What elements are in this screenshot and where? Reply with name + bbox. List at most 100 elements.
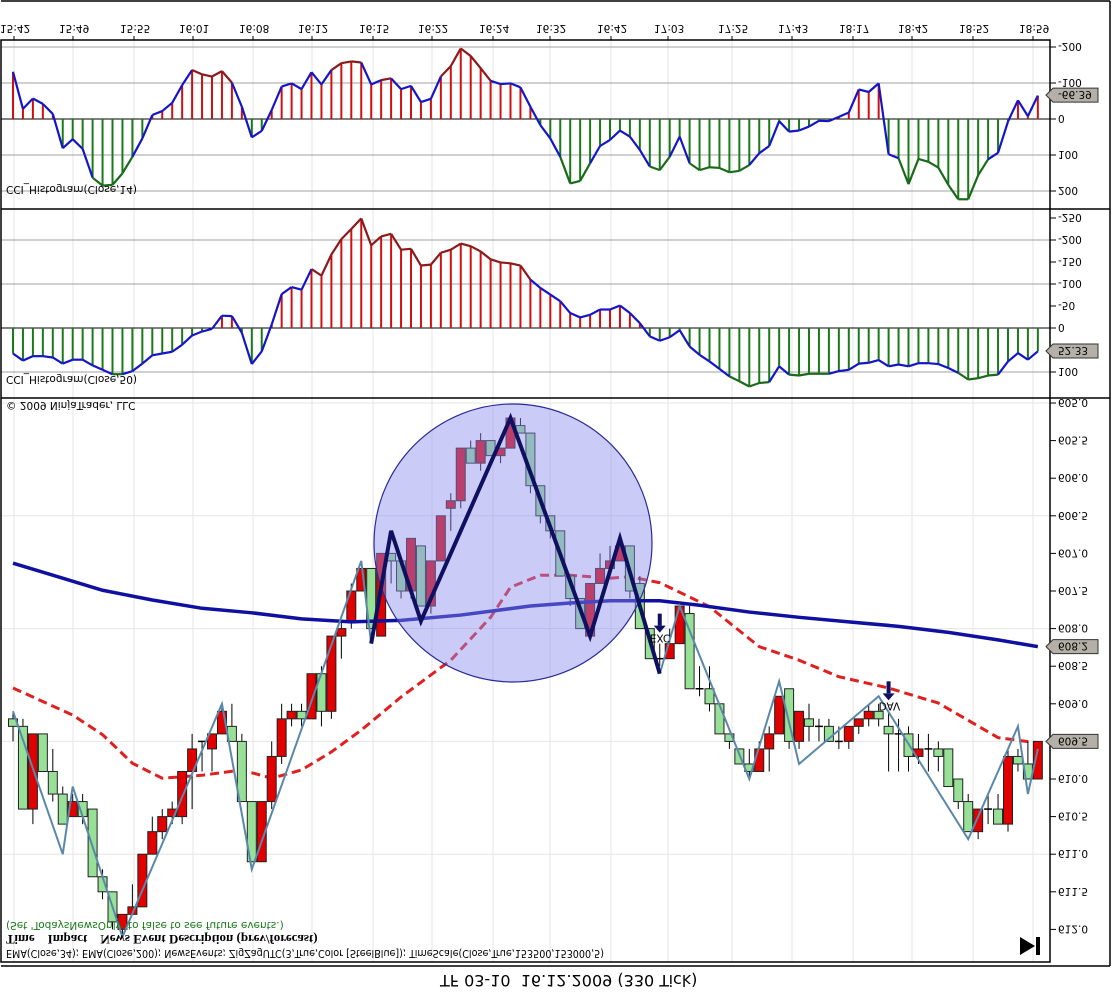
cci-line-segment [460, 47, 472, 57]
cci-line-segment [688, 162, 701, 172]
value-marker-text: -66.39 [1058, 88, 1092, 100]
last-price-marker: 609.5 [1045, 733, 1099, 749]
value-marker-text: 609.5 [1058, 734, 1088, 746]
news-header: Time Impact News Event Description (prev… [6, 932, 318, 947]
value-marker-text: 52.33 [1058, 344, 1088, 356]
cci-line-segment [152, 352, 163, 357]
cci-line-segment [529, 106, 542, 126]
price-axis-label: 605.0 [1058, 396, 1088, 408]
candle-body [883, 725, 894, 735]
time-label: 15:55 [120, 22, 150, 34]
cci-line-segment [211, 315, 223, 330]
candle-body [963, 801, 974, 833]
cci-line-segment [847, 89, 860, 113]
candle-body [37, 733, 48, 772]
cci-line-segment [22, 355, 34, 362]
candle-body [853, 718, 864, 727]
candle-body [943, 748, 954, 788]
cci-line-segment [500, 261, 511, 265]
cci-line-segment [788, 129, 800, 133]
cci-line-segment [897, 157, 910, 185]
candle-body [286, 710, 297, 720]
candle-body [57, 793, 68, 825]
skip-to-end-icon[interactable] [1020, 937, 1040, 955]
cci-line-segment [937, 167, 950, 186]
time-label: 18:17 [839, 22, 869, 34]
price-axis-label: 608.5 [1058, 659, 1088, 671]
price-panel[interactable]: EXC DAV [8, 403, 1043, 940]
cci14-label: CCI_Histogram(Close,14) [6, 183, 137, 195]
cci-line-segment [510, 82, 521, 89]
price-axis-label: 610.0 [1058, 772, 1088, 784]
cci14-axis-label: 0 [1058, 112, 1065, 124]
cci-line-segment [718, 368, 731, 378]
cci-line-segment [82, 358, 94, 367]
cci-line-segment [738, 380, 750, 388]
cci-line-segment [738, 164, 750, 172]
time-label: 17:03 [654, 22, 684, 34]
cci-line-segment [559, 300, 572, 314]
cci-line-segment [330, 238, 343, 256]
cci-line-segment [997, 360, 1009, 376]
cci-line-segment [759, 381, 770, 385]
cci-line-segment [678, 136, 691, 164]
cci-line-segment [539, 287, 551, 296]
cci14-panel[interactable] [1, 47, 1050, 201]
cci-line-segment [151, 110, 163, 117]
cci-line-segment [240, 106, 253, 138]
cci-line-segment [968, 377, 979, 381]
cci50-current-value: 52.33 [1045, 343, 1099, 359]
time-label: 18:59 [1019, 22, 1049, 34]
candle-body [336, 628, 347, 637]
cci-line-segment [569, 312, 581, 319]
time-label: 16:01 [179, 22, 209, 34]
value-marker-text: 608.2 [1058, 640, 1088, 652]
ema200-value-marker: 608.2 [1045, 639, 1099, 655]
cci-line-segment [300, 71, 313, 90]
cci-line-segment [410, 85, 422, 103]
cci-line-segment [81, 148, 94, 179]
cci-line-segment [291, 286, 302, 291]
highlight-circle-drawing[interactable] [373, 403, 653, 683]
cci50-panel[interactable] [1, 217, 1050, 388]
cci-line-segment [1007, 99, 1019, 122]
candle-body [993, 808, 1004, 825]
arrow-down-icon [882, 693, 895, 701]
cci-line-segment [629, 312, 641, 324]
cci-line-segment [669, 329, 681, 339]
cci-line-segment [191, 69, 203, 76]
chart-canvas[interactable]: EXC DAV 15:42 15:49 15:55 16:01 16:08 16:12 16:… [0, 0, 1112, 994]
chart-title: TF 03-10 16.12.2009 (330 Tick) [439, 971, 697, 990]
cci50-label: CCI_Histogram(Close,50) [6, 373, 137, 385]
cci-line-segment [768, 365, 781, 383]
candle-body [794, 710, 805, 742]
cci-line-segment [619, 304, 631, 314]
cci-line-segment [1017, 99, 1029, 117]
cci-line-segment [479, 67, 492, 82]
cci-line-segment [519, 264, 532, 281]
price-axis-label: 611.5 [1058, 885, 1088, 897]
cci-line-segment [888, 363, 899, 368]
cci-line-segment [260, 324, 273, 352]
cci-line-segment [798, 125, 810, 132]
cci-line-segment [400, 84, 412, 91]
cci-line-segment [490, 258, 501, 264]
candle-body [863, 710, 874, 720]
cci-line-segment [270, 293, 283, 325]
cci-line-segment [748, 381, 760, 388]
cci-line-segment [22, 97, 34, 110]
news-marker-label: DAV [879, 699, 901, 711]
candle-body [47, 770, 58, 795]
cci-line-segment [211, 70, 223, 78]
price-axis-label: 607.0 [1058, 546, 1088, 558]
candle-body [87, 808, 98, 878]
cci-line-segment [898, 363, 909, 368]
arrow-down-icon [886, 681, 891, 694]
cci-line-segment [778, 365, 790, 376]
cci-line-segment [927, 160, 939, 169]
time-label: 17:25 [718, 22, 748, 34]
cci-line-segment [350, 217, 363, 230]
cci-line-segment [230, 315, 243, 334]
cci-line-segment [579, 162, 592, 182]
time-label: 15:49 [59, 22, 89, 34]
